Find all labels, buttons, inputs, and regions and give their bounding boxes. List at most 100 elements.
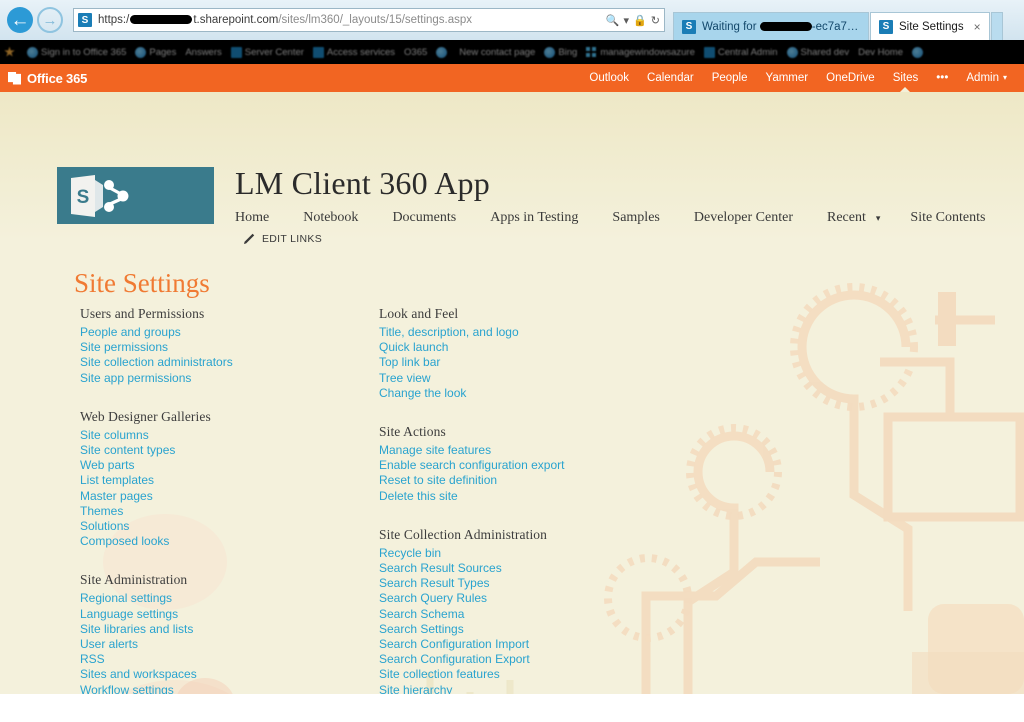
link-site-libraries-and-lists[interactable]: Site libraries and lists (80, 622, 370, 637)
forward-arrow-icon[interactable]: → (37, 7, 63, 33)
link-search-configuration-import[interactable]: Search Configuration Import (379, 637, 699, 652)
link-search-result-types[interactable]: Search Result Types (379, 576, 699, 591)
link-site-collection-features[interactable]: Site collection features (379, 667, 699, 682)
link-site-columns[interactable]: Site columns (80, 428, 370, 443)
office365-brand[interactable]: Office 365 (8, 71, 87, 86)
link-site-app-permissions[interactable]: Site app permissions (80, 371, 370, 386)
link-search-result-sources[interactable]: Search Result Sources (379, 561, 699, 576)
suite-link-outlook[interactable]: Outlook (580, 72, 638, 84)
suite-link-calendar[interactable]: Calendar (638, 72, 703, 84)
link-search-query-rules[interactable]: Search Query Rules (379, 591, 699, 606)
bookmark-item[interactable]: Server Center (231, 47, 304, 58)
link-quick-launch[interactable]: Quick launch (379, 340, 699, 355)
ie-icon (27, 47, 38, 58)
suite-link-sites[interactable]: Sites (884, 72, 928, 84)
svg-text:S: S (77, 187, 90, 208)
nav-item-documents[interactable]: Documents (392, 210, 456, 226)
nav-item-developer-center[interactable]: Developer Center (694, 210, 793, 226)
suite-link-yammer[interactable]: Yammer (757, 72, 818, 84)
nav-item-notebook[interactable]: Notebook (303, 210, 358, 226)
group-heading: Site Administration (80, 572, 370, 588)
link-language-settings[interactable]: Language settings (80, 607, 370, 622)
sharepoint-icon (231, 47, 242, 58)
link-delete-this-site[interactable]: Delete this site (379, 489, 699, 504)
link-people-and-groups[interactable]: People and groups (80, 325, 370, 340)
browser-tab-site-settings[interactable]: S Site Settings × (870, 12, 990, 40)
bookmark-item[interactable]: Answers (185, 47, 221, 58)
link-site-collection-administrators[interactable]: Site collection administrators (80, 355, 370, 370)
bookmark-item[interactable]: New contact page (459, 47, 535, 58)
link-sites-and-workspaces[interactable]: Sites and workspaces (80, 667, 370, 682)
bookmark-item[interactable] (436, 47, 450, 58)
link-title-description-and-logo[interactable]: Title, description, and logo (379, 325, 699, 340)
edit-links-button[interactable]: EDIT LINKS (243, 232, 1019, 245)
office365-brand-label: Office 365 (27, 71, 87, 86)
bookmark-item[interactable]: Shared dev (787, 47, 850, 58)
page-body: S LM Client 360 App Home Notebook Docume… (0, 92, 1024, 694)
bookmark-item[interactable]: Central Admin (704, 47, 778, 58)
link-top-link-bar[interactable]: Top link bar (379, 355, 699, 370)
link-site-content-types[interactable]: Site content types (80, 443, 370, 458)
nav-item-apps-in-testing[interactable]: Apps in Testing (490, 210, 578, 226)
bookmark-item[interactable] (912, 47, 926, 58)
settings-group-users-and-permissions: Users and Permissions People and groups … (80, 306, 370, 386)
nav-item-samples[interactable]: Samples (612, 210, 659, 226)
suite-link-onedrive[interactable]: OneDrive (817, 72, 884, 84)
bookmark-item[interactable]: Dev Home (858, 47, 903, 58)
settings-group-look-and-feel: Look and Feel Title, description, and lo… (379, 306, 699, 401)
tab-label: Waiting for -ec7a72... (702, 21, 860, 33)
chevron-down-icon[interactable]: ▾ (624, 14, 630, 27)
link-site-permissions[interactable]: Site permissions (80, 340, 370, 355)
suite-link-admin-label: Admin (966, 72, 999, 84)
suite-link-admin[interactable]: Admin▾ (957, 72, 1016, 84)
address-bar[interactable]: S https:/t.sharepoint.com/sites/lm360/_l… (73, 8, 665, 32)
nav-item-recent[interactable]: Recent (827, 210, 866, 226)
link-web-parts[interactable]: Web parts (80, 458, 370, 473)
link-manage-site-features[interactable]: Manage site features (379, 443, 699, 458)
link-rss[interactable]: RSS (80, 652, 370, 667)
bookmark-item[interactable]: Pages (135, 47, 176, 58)
close-icon[interactable]: × (974, 20, 981, 34)
link-themes[interactable]: Themes (80, 504, 370, 519)
suite-link-more[interactable]: ••• (927, 72, 957, 84)
app-launcher-icon[interactable] (8, 72, 21, 85)
link-tree-view[interactable]: Tree view (379, 371, 699, 386)
link-master-pages[interactable]: Master pages (80, 489, 370, 504)
bookmark-item[interactable]: Bing (544, 47, 577, 58)
magnifier-icon[interactable]: 🔍 (606, 14, 620, 27)
link-recycle-bin[interactable]: Recycle bin (379, 546, 699, 561)
tab-strip: S Waiting for -ec7a72... S Site Settings… (673, 0, 1003, 40)
link-composed-looks[interactable]: Composed looks (80, 534, 370, 549)
star-icon (4, 47, 15, 58)
bookmark-item[interactable]: Access services (313, 47, 395, 58)
link-change-the-look[interactable]: Change the look (379, 386, 699, 401)
bookmark-item[interactable]: managewindowsazure (586, 47, 695, 58)
link-reset-to-site-definition[interactable]: Reset to site definition (379, 473, 699, 488)
link-search-configuration-export[interactable]: Search Configuration Export (379, 652, 699, 667)
bookmark-item[interactable]: Sign in to Office 365 (27, 47, 126, 58)
refresh-icon[interactable]: ↻ (651, 14, 660, 27)
nav-item-home[interactable]: Home (235, 210, 269, 226)
link-regional-settings[interactable]: Regional settings (80, 591, 370, 606)
nav-item-site-contents[interactable]: Site Contents (910, 210, 985, 226)
link-site-hierarchy[interactable]: Site hierarchy (379, 683, 699, 694)
link-search-schema[interactable]: Search Schema (379, 607, 699, 622)
tab-scroll-right-button[interactable] (991, 12, 1003, 40)
link-search-settings[interactable]: Search Settings (379, 622, 699, 637)
back-arrow-icon[interactable]: ← (7, 7, 33, 33)
browser-tab-waiting[interactable]: S Waiting for -ec7a72... (673, 12, 869, 40)
chevron-down-icon[interactable]: ▾ (876, 213, 881, 224)
bookmark-item[interactable] (4, 47, 18, 58)
sharepoint-icon (313, 47, 324, 58)
page-title: Site Settings (74, 270, 210, 297)
tab-label: Site Settings (899, 21, 964, 33)
link-solutions[interactable]: Solutions (80, 519, 370, 534)
suite-link-people[interactable]: People (703, 72, 757, 84)
link-enable-search-configuration-export[interactable]: Enable search configuration export (379, 458, 699, 473)
link-workflow-settings[interactable]: Workflow settings (80, 683, 370, 694)
link-user-alerts[interactable]: User alerts (80, 637, 370, 652)
link-list-templates[interactable]: List templates (80, 473, 370, 488)
sharepoint-logo-icon[interactable]: S (57, 167, 214, 224)
bookmark-item[interactable]: O365 (404, 47, 427, 58)
settings-column-left: Users and Permissions People and groups … (80, 306, 370, 694)
